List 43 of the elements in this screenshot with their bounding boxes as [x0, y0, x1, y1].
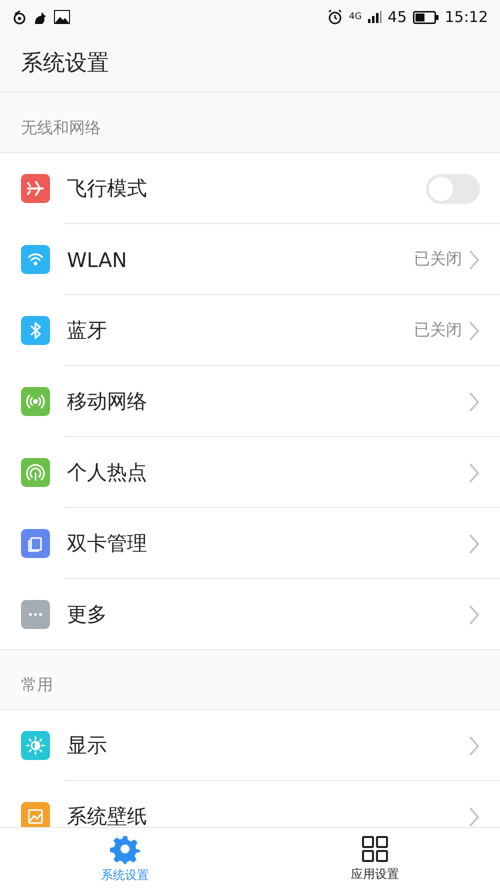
- chevron-icon: [468, 806, 480, 827]
- chevron-icon: [468, 532, 480, 554]
- chevron-icon: [468, 248, 480, 270]
- settings-row[interactable]: 飞行模式: [0, 153, 500, 224]
- toggle-switch[interactable]: [426, 174, 480, 204]
- chevron-icon: [468, 734, 480, 756]
- setting-label: WLAN: [67, 248, 128, 272]
- alarm-icon: [326, 9, 343, 25]
- setting-label: 移动网络: [67, 388, 148, 415]
- page-title: 系统设置: [21, 50, 109, 78]
- network-type: 4G: [348, 12, 362, 22]
- setting-label: 更多: [67, 601, 108, 628]
- signal-icon: [368, 11, 382, 23]
- settings-row[interactable]: WLAN 已关闭: [0, 224, 500, 295]
- setting-label: 系统壁纸: [67, 803, 148, 827]
- section-title: 常用: [21, 675, 53, 696]
- setting-label: 蓝牙: [67, 317, 108, 344]
- chevron-icon: [468, 390, 480, 412]
- grid-icon: [361, 834, 389, 862]
- settings-row[interactable]: 个人热点: [0, 437, 500, 508]
- gear-icon: [110, 834, 140, 864]
- setting-label: 个人热点: [67, 459, 148, 486]
- settings-row[interactable]: 更多: [0, 579, 500, 650]
- section-title: 无线和网络: [21, 118, 101, 139]
- chevron-icon: [468, 462, 480, 484]
- settings-row[interactable]: 移动网络: [0, 366, 500, 437]
- settings-row[interactable]: 蓝牙 已关闭: [0, 295, 500, 366]
- clock-time: 15:12: [444, 8, 488, 26]
- image-icon: [54, 10, 70, 24]
- setting-label: 显示: [67, 732, 108, 759]
- nav-tab[interactable]: 应用设置: [250, 828, 500, 889]
- setting-value: 已关闭: [414, 320, 462, 341]
- setting-value: 已关闭: [414, 249, 462, 270]
- settings-row[interactable]: 双卡管理: [0, 508, 500, 579]
- nav-label: 应用设置: [351, 866, 399, 882]
- nav-label: 系统设置: [101, 866, 149, 884]
- chevron-icon: [468, 604, 480, 626]
- setting-label: 双卡管理: [67, 530, 148, 557]
- battery-level: 45: [388, 8, 407, 26]
- setting-label: 飞行模式: [67, 175, 148, 202]
- settings-row[interactable]: 显示: [0, 710, 500, 781]
- chevron-icon: [468, 320, 480, 342]
- battery-icon: [412, 10, 439, 24]
